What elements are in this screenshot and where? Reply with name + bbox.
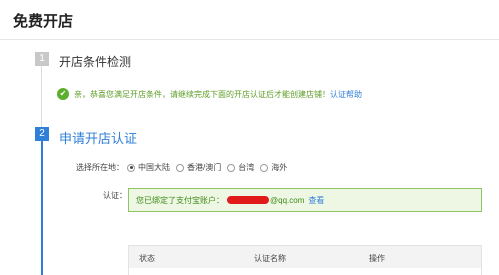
step-2-badge: 2 xyxy=(35,127,49,141)
location-option-mainland[interactable]: 中国大陆 xyxy=(127,162,170,173)
location-option-overseas[interactable]: 海外 xyxy=(260,162,287,173)
page-title: 免费开店 xyxy=(13,13,74,30)
location-option-taiwan[interactable]: 台湾 xyxy=(227,162,254,173)
location-option-label: 香港/澳门 xyxy=(187,163,222,172)
radio-icon[interactable] xyxy=(227,163,236,172)
step-2-title: 申请开店认证 xyxy=(59,131,138,146)
radio-icon[interactable] xyxy=(176,163,184,172)
column-header-status: 状态 xyxy=(139,254,155,263)
radio-icon[interactable] xyxy=(260,163,269,172)
eligibility-notice: ✔ 亲，恭喜您满足开店条件，请继续完成下面的开店认证后才能创建店铺！ 认证帮助 xyxy=(57,88,362,100)
step-1-badge: 1 xyxy=(35,52,49,66)
column-header-action: 操作 xyxy=(369,254,385,263)
location-option-label: 中国大陆 xyxy=(138,163,170,172)
location-option-label: 海外 xyxy=(271,163,288,172)
alipay-account-suffix: @qq.com xyxy=(270,195,305,205)
alipay-bound-text: 您已绑定了支付宝账户： xyxy=(136,195,224,205)
column-header-auth-name: 认证名称 xyxy=(254,254,286,263)
table-header: 状态 认证名称 操作 xyxy=(129,246,481,268)
location-option-label: 台湾 xyxy=(238,163,255,172)
location-selector: 选择所在地： 中国大陆 香港/澳门 台湾 海外 xyxy=(76,162,293,173)
check-circle-icon: ✔ xyxy=(57,88,69,100)
auth-table: 状态 认证名称 操作 xyxy=(128,245,482,275)
location-label: 选择所在地： xyxy=(76,163,124,172)
auth-help-link[interactable]: 认证帮助 xyxy=(330,89,362,100)
step-1-title: 开店条件检测 xyxy=(59,55,132,69)
alipay-bound-box: 您已绑定了支付宝账户： @qq.com 查看 xyxy=(128,188,482,212)
radio-checked-icon[interactable] xyxy=(127,163,135,172)
redaction-mark xyxy=(227,196,269,204)
view-account-link[interactable]: 查看 xyxy=(308,195,324,206)
auth-label: 认证： xyxy=(103,191,127,200)
page-header: 免费开店 xyxy=(0,0,499,40)
location-option-hk-macau[interactable]: 香港/澳门 xyxy=(176,162,221,173)
notice-text: 亲，恭喜您满足开店条件，请继续完成下面的开店认证后才能创建店铺！ xyxy=(74,89,330,99)
timeline-line-active xyxy=(41,140,43,275)
